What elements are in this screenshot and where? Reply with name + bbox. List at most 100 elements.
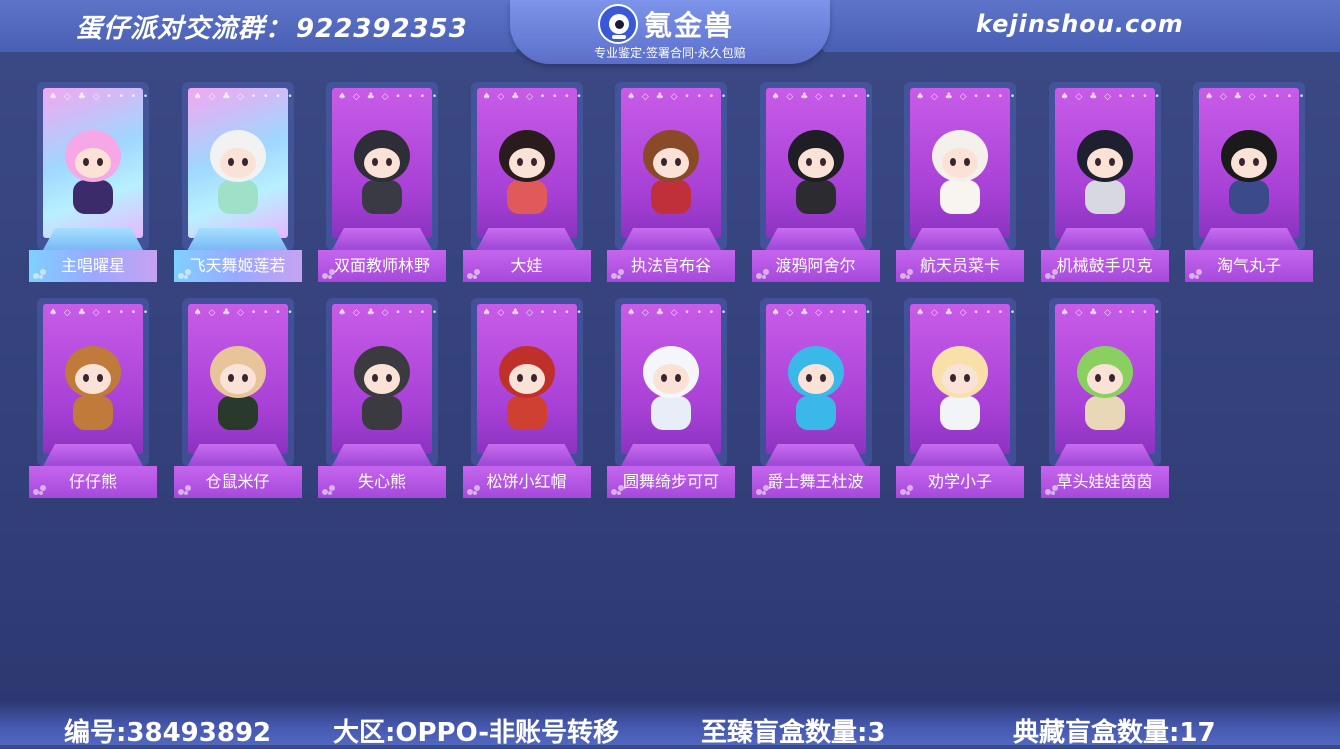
- figure-face: [942, 148, 978, 178]
- skin-card[interactable]: ♠ ◇ ♣ ◇ • • • • 爵士舞王杜波: [751, 298, 880, 498]
- skin-name: 主唱曜星: [60, 256, 125, 275]
- figure-body: [362, 396, 402, 430]
- figure-body: [940, 396, 980, 430]
- figure-face: [653, 364, 689, 394]
- skin-figure-image: [348, 338, 416, 438]
- decor-dots: [1044, 483, 1061, 495]
- card-pedestal: [1199, 228, 1299, 250]
- card-pedestal: [765, 228, 866, 250]
- skin-card[interactable]: ♠ ◇ ♣ ◇ • • • • 劝学小子: [896, 298, 1024, 498]
- skin-name-label: 淘气丸子: [1185, 250, 1313, 282]
- skin-name-label: 飞天舞姬莲若: [173, 250, 302, 282]
- decor-dots: [33, 267, 49, 279]
- card-suits: ♠ ◇ ♣ ◇ • • • •: [1205, 92, 1307, 102]
- skin-card[interactable]: ♠ ◇ ♣ ◇ • • • • 双面教师林野: [318, 82, 446, 282]
- card-suits: ♠ ◇ ♣ ◇ • • • •: [771, 92, 873, 102]
- skin-figure-image: [59, 122, 127, 222]
- decor-dots: [33, 483, 49, 495]
- card-pedestal: [1054, 228, 1155, 250]
- figure-face: [1086, 364, 1123, 394]
- decor-dots: [755, 483, 772, 495]
- skin-card[interactable]: ♠ ◇ ♣ ◇ • • • • 淘气丸子: [1185, 82, 1313, 282]
- premium-box-count: 至臻盲盒数量:3: [701, 718, 886, 748]
- skin-name-label: 大娃: [462, 250, 591, 282]
- skin-card[interactable]: ♠ ◇ ♣ ◇ • • • • 主唱曜星: [29, 82, 157, 282]
- card-pedestal: [332, 444, 432, 466]
- decor-dots: [1189, 267, 1205, 279]
- skin-name: 航天员菜卡: [919, 256, 1000, 275]
- card-suits: ♠ ◇ ♣ ◇ • • • •: [916, 92, 1018, 102]
- skin-name: 飞天舞姬莲若: [189, 256, 286, 275]
- figure-face: [219, 364, 256, 394]
- figure-body: [217, 180, 258, 214]
- figure-face: [1231, 148, 1267, 178]
- skin-name: 双面教师林野: [333, 256, 430, 275]
- skin-card[interactable]: ♠ ◇ ♣ ◇ • • • • 机械鼓手贝克: [1040, 82, 1169, 282]
- decor-dots: [322, 267, 338, 279]
- card-suits: ♠ ◇ ♣ ◇ • • • •: [771, 308, 873, 318]
- figure-face: [1086, 148, 1123, 178]
- skin-name-label: 主唱曜星: [29, 250, 157, 282]
- card-suits: ♠ ◇ ♣ ◇ • • • •: [338, 308, 440, 318]
- skin-name-label: 劝学小子: [896, 466, 1024, 498]
- skin-figure-image: [1071, 122, 1139, 222]
- card-suits: ♠ ◇ ♣ ◇ • • • •: [193, 308, 295, 318]
- skin-card[interactable]: ♠ ◇ ♣ ◇ • • • • 草头娃娃茵茵: [1040, 298, 1169, 498]
- figure-body: [651, 396, 691, 430]
- figure-body: [217, 396, 258, 430]
- skin-figure-image: [1071, 338, 1139, 438]
- card-suits: ♠ ◇ ♣ ◇ • • • •: [627, 308, 729, 318]
- card-suits: ♠ ◇ ♣ ◇ • • • •: [338, 92, 440, 102]
- skin-card[interactable]: ♠ ◇ ♣ ◇ • • • • 仔仔熊: [29, 298, 157, 498]
- card-pedestal: [1054, 444, 1155, 466]
- card-suits: ♠ ◇ ♣ ◇ • • • •: [1060, 308, 1162, 318]
- card-pedestal: [476, 444, 577, 466]
- skin-figure-image: [637, 122, 705, 222]
- skin-card[interactable]: ♠ ◇ ♣ ◇ • • • • 大娃: [462, 82, 591, 282]
- figure-face: [942, 364, 978, 394]
- card-suits: ♠ ◇ ♣ ◇ • • • •: [627, 92, 729, 102]
- figure-body: [73, 180, 113, 214]
- decor-dots: [177, 267, 194, 279]
- skin-card[interactable]: ♠ ◇ ♣ ◇ • • • • 仓鼠米仔: [173, 298, 302, 498]
- decor-dots: [322, 483, 338, 495]
- card-suits: ♠ ◇ ♣ ◇ • • • •: [1060, 92, 1162, 102]
- figure-body: [1084, 396, 1125, 430]
- figure-body: [506, 180, 547, 214]
- skin-card[interactable]: ♠ ◇ ♣ ◇ • • • • 渡鸦阿舍尔: [751, 82, 880, 282]
- skin-card[interactable]: ♠ ◇ ♣ ◇ • • • • 圆舞绮步可可: [607, 298, 735, 498]
- skin-name: 圆舞绮步可可: [622, 472, 719, 491]
- skin-name-label: 松饼小红帽: [462, 466, 591, 498]
- card-pedestal: [910, 444, 1010, 466]
- skin-name-label: 渡鸦阿舍尔: [751, 250, 880, 282]
- figure-body: [73, 396, 113, 430]
- skin-card[interactable]: ♠ ◇ ♣ ◇ • • • • 失心熊: [318, 298, 446, 498]
- skin-card[interactable]: ♠ ◇ ♣ ◇ • • • • 松饼小红帽: [462, 298, 591, 498]
- card-pedestal: [765, 444, 866, 466]
- skin-name: 劝学小子: [927, 472, 992, 491]
- skin-card[interactable]: ♠ ◇ ♣ ◇ • • • • 飞天舞姬莲若: [173, 82, 302, 282]
- card-suits: ♠ ◇ ♣ ◇ • • • •: [49, 308, 151, 318]
- skin-name-label: 仔仔熊: [29, 466, 157, 498]
- skin-name: 草头娃娃茵茵: [1056, 472, 1153, 491]
- figure-face: [508, 148, 545, 178]
- skin-grid: ♠ ◇ ♣ ◇ • • • • 主唱曜星 ♠ ◇ ♣ ◇ • • • • 飞天舞…: [0, 0, 1340, 700]
- skin-name-label: 仓鼠米仔: [173, 466, 302, 498]
- skin-name-label: 圆舞绮步可可: [607, 466, 735, 498]
- figure-face: [219, 148, 256, 178]
- skin-figure-image: [782, 122, 850, 222]
- skin-card[interactable]: ♠ ◇ ♣ ◇ • • • • 航天员菜卡: [896, 82, 1024, 282]
- card-pedestal: [43, 228, 143, 250]
- skin-figure-image: [926, 338, 994, 438]
- skin-figure-image: [59, 338, 127, 438]
- decor-dots: [466, 267, 483, 279]
- skin-name-label: 草头娃娃茵茵: [1040, 466, 1169, 498]
- card-suits: ♠ ◇ ♣ ◇ • • • •: [49, 92, 151, 102]
- skin-card[interactable]: ♠ ◇ ♣ ◇ • • • • 执法官布谷: [607, 82, 735, 282]
- skin-name: 淘气丸子: [1216, 256, 1281, 275]
- figure-body: [651, 180, 691, 214]
- decor-dots: [177, 483, 194, 495]
- card-suits: ♠ ◇ ♣ ◇ • • • •: [193, 92, 295, 102]
- skin-name: 仔仔熊: [68, 472, 117, 491]
- figure-body: [1084, 180, 1125, 214]
